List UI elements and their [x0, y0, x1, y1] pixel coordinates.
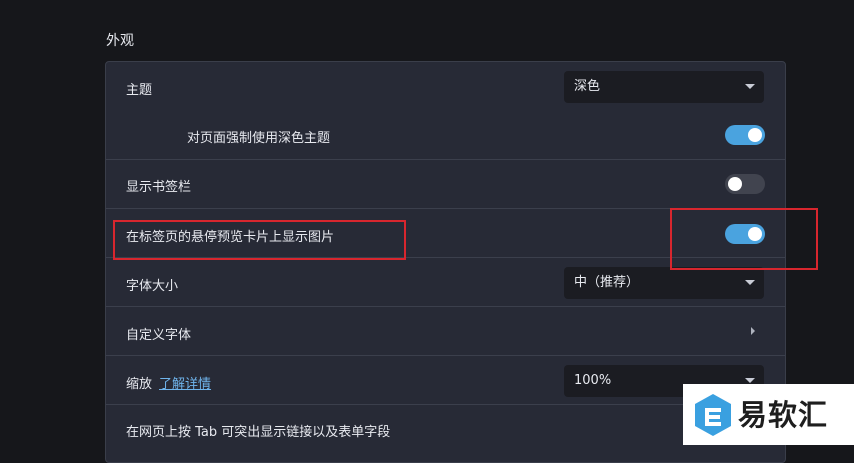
tab-highlight-label: 在网页上按 Tab 可突出显示链接以及表单字段	[126, 425, 391, 440]
theme-row: 主题 深色	[106, 62, 785, 111]
theme-select[interactable]: 深色	[564, 71, 764, 103]
section-title: 外观	[106, 33, 134, 49]
tab-hover-images-label: 在标签页的悬停预览卡片上显示图片	[126, 230, 335, 245]
theme-label: 主题	[126, 83, 153, 98]
yiruanhui-logo-icon	[695, 394, 731, 436]
zoom-label: 缩放	[126, 377, 153, 392]
force-dark-label: 对页面强制使用深色主题	[187, 131, 331, 146]
learn-more-link[interactable]: 了解详情	[159, 377, 211, 392]
force-dark-row: 对页面强制使用深色主题	[106, 111, 785, 159]
bookmarks-bar-toggle[interactable]	[725, 174, 765, 194]
watermark: 易软汇	[683, 384, 854, 445]
font-size-row: 字体大小 中（推荐）	[106, 257, 785, 307]
tab-hover-images-row: 在标签页的悬停预览卡片上显示图片	[106, 208, 785, 258]
watermark-text: 易软汇	[738, 398, 829, 432]
font-size-select[interactable]: 中（推荐）	[564, 267, 764, 299]
force-dark-toggle[interactable]	[725, 125, 765, 145]
tab-hover-images-toggle[interactable]	[725, 224, 765, 244]
font-size-label: 字体大小	[126, 279, 179, 294]
custom-fonts-row[interactable]: 自定义字体	[106, 306, 785, 356]
toggle-knob	[728, 177, 742, 191]
bookmarks-bar-row: 显示书签栏	[106, 159, 785, 208]
dropdown-caret-icon	[745, 84, 755, 89]
dropdown-caret-icon	[745, 378, 755, 383]
zoom-label-group: 缩放 了解详情	[126, 373, 211, 392]
dropdown-caret-icon	[745, 280, 755, 285]
zoom-select-value: 100%	[574, 373, 612, 388]
custom-fonts-label: 自定义字体	[126, 328, 192, 343]
toggle-knob	[748, 227, 762, 241]
theme-select-value: 深色	[574, 79, 601, 94]
bookmarks-bar-label: 显示书签栏	[126, 180, 192, 195]
toggle-knob	[748, 128, 762, 142]
chevron-right-icon	[751, 327, 755, 335]
font-size-select-value: 中（推荐）	[574, 275, 640, 290]
